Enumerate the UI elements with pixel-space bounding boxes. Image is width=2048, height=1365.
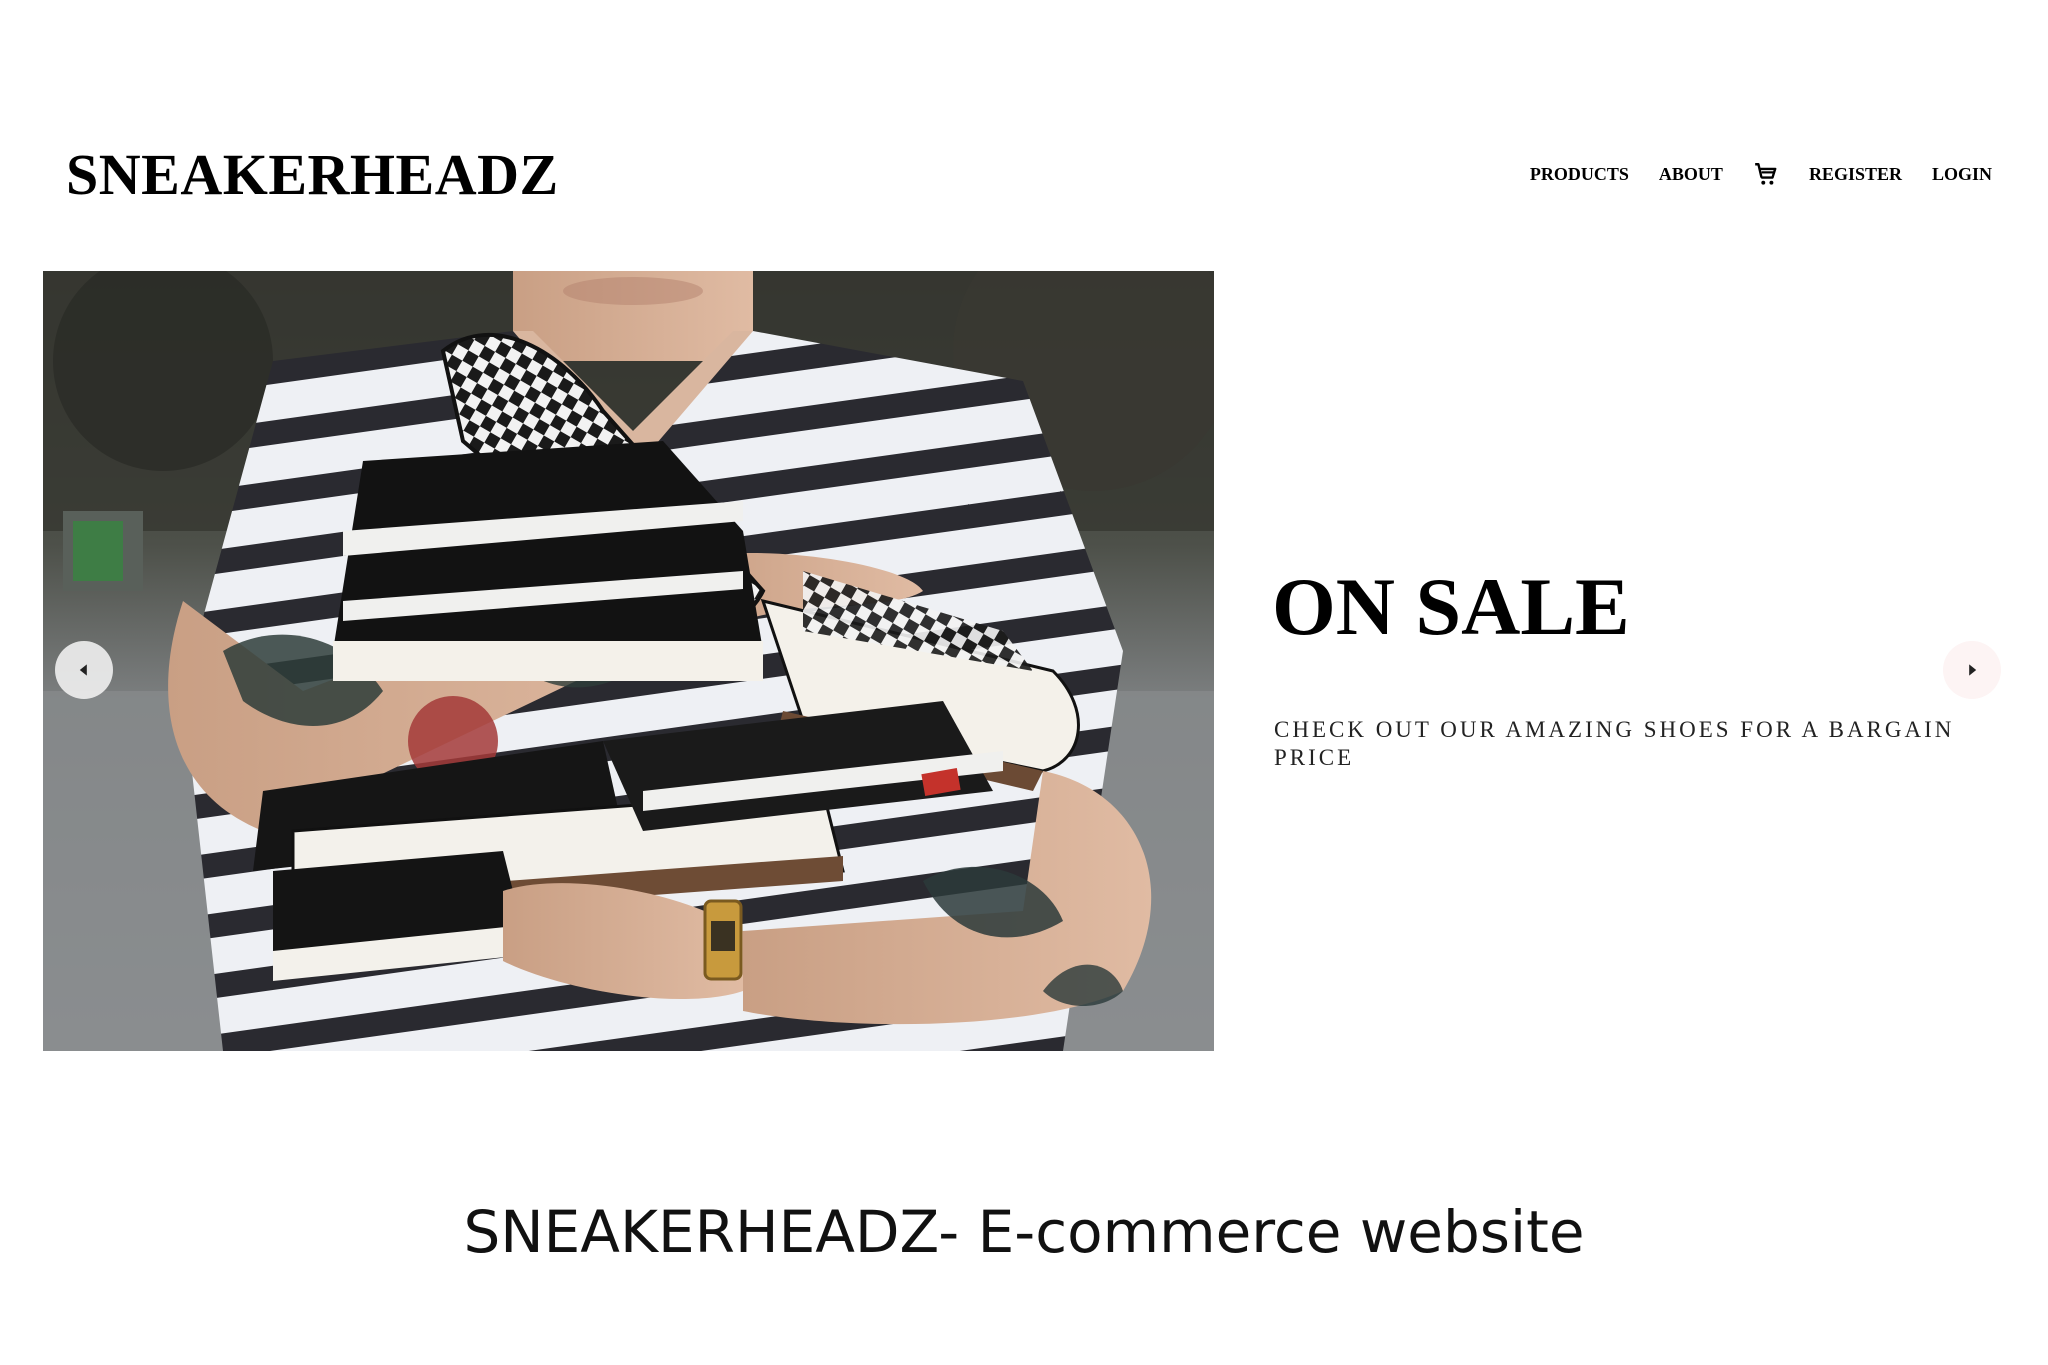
hero-title: ON SALE	[1272, 561, 1630, 652]
nav-register[interactable]: REGISTER	[1809, 164, 1902, 185]
hero-subtitle: CHECK OUT OUR AMAZING SHOES FOR A BARGAI…	[1274, 717, 1955, 770]
main-nav: PRODUCTS ABOUT REGISTER LOGIN	[1530, 161, 1992, 187]
nav-products[interactable]: PRODUCTS	[1530, 164, 1629, 185]
caret-right-icon	[1969, 664, 1977, 676]
hero-image	[43, 271, 1214, 1051]
carousel-next-button[interactable]	[1943, 641, 2001, 699]
cart-icon[interactable]	[1753, 161, 1779, 187]
brand-logo[interactable]: SNEAKERHEADZ	[66, 146, 559, 204]
nav-about[interactable]: ABOUT	[1659, 164, 1723, 185]
nav-login[interactable]: LOGIN	[1932, 164, 1992, 185]
carousel-prev-button[interactable]	[55, 641, 113, 699]
caret-left-icon	[79, 664, 87, 676]
page-caption: SNEAKERHEADZ- E-commerce website	[463, 1198, 1585, 1266]
